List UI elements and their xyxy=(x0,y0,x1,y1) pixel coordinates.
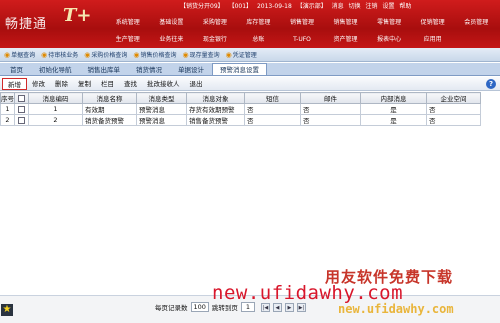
nav-basic-settings[interactable]: 基础设置 xyxy=(150,15,194,32)
select-all-checkbox[interactable] xyxy=(18,94,25,102)
nav-member-mgmt[interactable]: 会员管理 xyxy=(454,15,498,32)
col-enterprise-space[interactable]: 企业空间 xyxy=(426,92,481,104)
nav-promotion-mgmt[interactable]: 促销管理 xyxy=(411,15,455,32)
nav-system-mgmt[interactable]: 系统管理 xyxy=(106,15,150,32)
quick-access-bar: ◉ 单据查询 ◉ 待审核业务 ◉ 采购价格查询 ◉ 销售价格查询 ◉ 现存量查询… xyxy=(0,48,500,62)
tab-home[interactable]: 首页 xyxy=(2,64,31,75)
col-select-all[interactable] xyxy=(14,92,29,104)
col-message-name[interactable]: 消息名称 xyxy=(82,92,137,104)
edit-button[interactable]: 修改 xyxy=(27,78,50,90)
col-internal-message[interactable]: 内部消息 xyxy=(360,92,427,104)
table-row[interactable]: 1 1 有效期 预警消息 存货有效期预警 否 否 是 否 xyxy=(0,103,481,115)
action-toolbar: 新增 修改 删除 复制 栏目 查找 批改接收人 退出 xyxy=(0,77,500,91)
page-size-input[interactable]: 100 xyxy=(190,302,209,312)
nav-general-ledger[interactable]: 总账 xyxy=(237,32,281,49)
exit-button[interactable]: 退出 xyxy=(185,78,208,90)
quick-dot-icon: ◉ xyxy=(4,50,11,59)
quick-document-query[interactable]: 单据查询 xyxy=(11,50,35,59)
quick-dot-icon: ◉ xyxy=(41,50,48,59)
nav-purchase-mgmt[interactable]: 采购管理 xyxy=(193,15,237,32)
watermark-url: new.ufidawhy.com xyxy=(212,282,404,304)
col-seq: 序号 xyxy=(0,92,15,104)
columns-button[interactable]: 栏目 xyxy=(96,78,119,90)
quick-dot-icon: ◉ xyxy=(182,50,189,59)
nav-applications[interactable]: 应用用 xyxy=(411,32,455,49)
main-module-nav: 系统管理 基础设置 采购管理 库存管理 销售管理 销售管理 零售管理 促销管理 … xyxy=(106,15,498,48)
col-message-type[interactable]: 消息类型 xyxy=(136,92,187,104)
copy-button[interactable]: 复制 xyxy=(73,78,96,90)
row-checkbox[interactable] xyxy=(18,116,25,124)
row-checkbox[interactable] xyxy=(18,105,25,113)
message-table: 序号 消息编码 消息名称 消息类型 消息对象 短信 邮件 内部消息 企业空间 1… xyxy=(0,92,481,126)
page-size-label: 每页记录数 xyxy=(155,304,188,312)
account-code: 【001】 xyxy=(228,3,253,10)
nav-production-mgmt[interactable]: 生产管理 xyxy=(106,32,150,49)
col-email[interactable]: 邮件 xyxy=(300,92,361,104)
quick-pending-approval[interactable]: 待审核业务 xyxy=(48,50,78,59)
messages-link[interactable]: 消息 xyxy=(332,3,344,10)
nav-report-center[interactable]: 报表中心 xyxy=(367,32,411,49)
nav-business-contacts[interactable]: 业务往来 xyxy=(150,32,194,49)
tab-init-guide[interactable]: 初始化导航 xyxy=(31,64,80,75)
nav-asset-mgmt[interactable]: 资产管理 xyxy=(324,32,368,49)
switch-link[interactable]: 切换 xyxy=(349,3,361,10)
help-icon[interactable]: ? xyxy=(486,79,496,89)
quick-voucher-mgmt[interactable]: 凭证管理 xyxy=(233,50,257,59)
department-name: 【演示部】 xyxy=(296,3,327,10)
col-message-code[interactable]: 消息编码 xyxy=(28,92,83,104)
star-icon[interactable]: ★ xyxy=(1,304,13,316)
login-date: 2013-09-18 xyxy=(256,3,292,10)
account-name: 【销货分开09】 xyxy=(180,3,224,10)
header-info-bar: 【销货分开09】 【001】 2013-09-18 【演示部】 消息 切换 注销… xyxy=(180,1,498,10)
logout-link[interactable]: 注销 xyxy=(366,3,378,10)
tab-sales-status[interactable]: 销货情况 xyxy=(128,64,170,75)
col-sms[interactable]: 短信 xyxy=(244,92,301,104)
nav-cash-bank[interactable]: 现金银行 xyxy=(193,32,237,49)
add-button[interactable]: 新增 xyxy=(2,77,27,90)
quick-dot-icon: ◉ xyxy=(225,50,232,59)
find-button[interactable]: 查找 xyxy=(119,78,142,90)
delete-button[interactable]: 删除 xyxy=(50,78,73,90)
quick-sales-price-query[interactable]: 销售价格查询 xyxy=(140,50,176,59)
nav-t-ufo[interactable]: T-UFO xyxy=(280,32,324,49)
nav-sales-mgmt[interactable]: 销售管理 xyxy=(280,15,324,32)
nav-sales-mgmt-2[interactable]: 销售管理 xyxy=(324,15,368,32)
table-header-row: 序号 消息编码 消息名称 消息类型 消息对象 短信 邮件 内部消息 企业空间 xyxy=(0,92,481,104)
settings-link[interactable]: 设置 xyxy=(382,3,394,10)
nav-empty-slot xyxy=(454,32,498,49)
tab-alert-settings[interactable]: 预警消息设置 xyxy=(212,63,267,75)
app-header: 畅捷通 T+ 【销货分开09】 【001】 2013-09-18 【演示部】 消… xyxy=(0,0,500,48)
watermark-url-small: new.ufidawhy.com xyxy=(338,302,454,316)
help-link[interactable]: 帮助 xyxy=(399,3,411,10)
app-logo: 畅捷通 T+ xyxy=(5,5,92,32)
document-tabs: 首页 初始化导航 销售出库单 销货情况 单据设计 预警消息设置 xyxy=(0,63,500,76)
tab-sales-outbound[interactable]: 销售出库单 xyxy=(80,64,129,75)
quick-dot-icon: ◉ xyxy=(84,50,91,59)
quick-purchase-price-query[interactable]: 采购价格查询 xyxy=(91,50,127,59)
nav-inventory-mgmt[interactable]: 库存管理 xyxy=(237,15,281,32)
table-row[interactable]: 2 2 销货备货预警 预警消息 销售备货预警 否 否 是 否 xyxy=(0,114,481,126)
quick-dot-icon: ◉ xyxy=(133,50,140,59)
col-message-target[interactable]: 消息对象 xyxy=(186,92,245,104)
nav-retail-mgmt[interactable]: 零售管理 xyxy=(367,15,411,32)
batch-recipients-button[interactable]: 批改接收人 xyxy=(142,78,185,90)
quick-stock-query[interactable]: 现存量查询 xyxy=(190,50,220,59)
tab-document-design[interactable]: 单据设计 xyxy=(170,64,212,75)
